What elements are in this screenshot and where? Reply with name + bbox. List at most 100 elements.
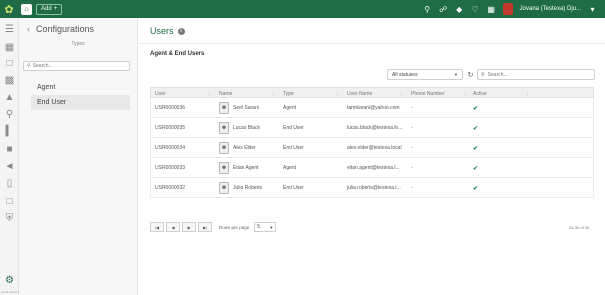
type-cell: End User [283, 185, 304, 191]
column-menu-icon[interactable]: ⋮ [335, 91, 340, 97]
headset-icon[interactable]: ☍ [439, 5, 448, 14]
avatar[interactable] [502, 3, 513, 15]
search-icon: ⚲ [27, 63, 31, 69]
column-header-label: User Name [347, 90, 373, 97]
phone-cell: - [411, 145, 413, 151]
chevron-down-icon: ▼ [269, 224, 274, 230]
username-cell: julia.roberts@testexa.l... [347, 185, 401, 191]
types-search[interactable]: ⚲ [23, 61, 130, 71]
column-header-label: Name [219, 90, 233, 97]
phone-cell: - [411, 185, 413, 191]
phone-cell: - [411, 165, 413, 171]
divider [139, 43, 605, 44]
type-cell: Agent [283, 105, 297, 111]
phone-cell: - [411, 105, 413, 111]
user-id-cell: USR0000034 [155, 145, 186, 151]
column-header-label: Phone Number [411, 90, 445, 97]
types-search-input[interactable] [32, 63, 123, 69]
chevron-down-icon: ▼ [454, 72, 458, 77]
type-cell: End User [283, 145, 304, 151]
search-icon[interactable]: ⚲ [423, 5, 432, 14]
first-page-button[interactable]: |◀ [150, 222, 164, 232]
shield-icon[interactable]: ⛨ [4, 213, 15, 224]
name-cell: Seel Sarani [233, 105, 259, 111]
column-menu-icon[interactable]: ⋮ [207, 91, 212, 97]
active-check-icon: ✔ [473, 165, 479, 172]
type-cell: End User [283, 125, 304, 131]
name-cell: Julia Roberts [233, 185, 263, 191]
active-check-icon: ✔ [473, 125, 479, 132]
table-header: User ⋮ Name ⋮ Type ⋮ User Name ⋮ Phone Numbe… [150, 87, 594, 98]
main-content: Users i Agent & End Users All statuses ▼… [139, 18, 605, 295]
page-title: Users i [150, 26, 185, 36]
pagination: |◀ ◀ ▶ ▶| Rows per page 5 ▼ [150, 222, 277, 232]
table-row[interactable]: USR0000033 ☻ Eitan Agent Agent eitan.age… [150, 158, 594, 178]
name-cell: Alex Elder [233, 145, 256, 151]
megaphone-icon[interactable]: ◄ [4, 161, 15, 172]
table-row[interactable]: USR0000036 ☻ Seel Sarani Agent tamikaran… [150, 98, 594, 118]
info-icon[interactable]: i [177, 27, 185, 35]
rows-per-page-select[interactable]: 5 ▼ [254, 222, 277, 232]
active-check-icon: ✔ [473, 185, 479, 192]
add-button-label: Add [41, 6, 52, 12]
active-check-icon: ✔ [473, 105, 479, 112]
status-filter-value: All statuses [392, 71, 418, 78]
table-search-input[interactable] [487, 71, 588, 78]
column-menu-icon[interactable]: ⋮ [399, 91, 404, 97]
configurations-panel: ‹ Configurations Types ⚲ Agent End User [19, 18, 138, 295]
comment-icon[interactable]: ■ [4, 144, 15, 155]
table-row[interactable]: USR0000035 ☻ Lucas Black End User lucas.… [150, 118, 594, 138]
column-menu-icon[interactable]: ⋮ [525, 91, 530, 97]
table-search[interactable]: ⚲ [477, 69, 595, 80]
document-icon[interactable]: □ [4, 196, 15, 207]
home-icon[interactable]: ⌂ [21, 3, 32, 15]
type-item-end-user[interactable]: End User [31, 95, 130, 110]
calculator-icon[interactable]: ▩ [4, 75, 15, 86]
status-filter-select[interactable]: All statuses ▼ [387, 69, 463, 80]
avatar: ☻ [219, 182, 229, 194]
username-cell: eitan.agent@testexa.l... [347, 165, 400, 171]
plus-icon: + [53, 6, 58, 12]
avatar: ☻ [219, 122, 229, 134]
gear-icon[interactable]: ⚙ [4, 275, 15, 286]
avatar: ☻ [219, 102, 229, 114]
table-row[interactable]: USR0000034 ☻ Alex Elder End User alex.el… [150, 138, 594, 158]
avatar: ☻ [219, 142, 229, 154]
heart-icon[interactable]: ♡ [471, 5, 480, 14]
column-menu-icon[interactable]: ⋮ [463, 91, 468, 97]
type-cell: Agent [283, 165, 297, 171]
type-item-label: Agent [37, 84, 56, 91]
user-id-cell: USR0000035 [155, 125, 186, 131]
table-row[interactable]: USR0000032 ☻ Julia Roberts End User juli… [150, 178, 594, 198]
add-button[interactable]: Add + [36, 3, 63, 15]
graduation-cap-icon[interactable]: ▲ [4, 92, 15, 103]
user-name[interactable]: Jovana (Testexa) Dju... [520, 6, 581, 12]
page-range: 26-30 of 36 [569, 225, 590, 230]
tag-icon[interactable]: ◆ [455, 5, 464, 14]
column-menu-icon[interactable]: ⋮ [271, 91, 276, 97]
phone-cell: - [411, 125, 413, 131]
username-cell: lucas.black@testexa.lo... [347, 125, 403, 131]
last-page-button[interactable]: ▶| [198, 222, 212, 232]
section-title: Agent & End Users [150, 51, 205, 57]
column-header-label: Active [473, 90, 487, 97]
grid-icon[interactable]: ▦ [4, 42, 15, 53]
rows-per-page-label: Rows per page [219, 224, 250, 230]
magnifier-icon[interactable]: ⚲ [4, 109, 15, 120]
next-page-button[interactable]: ▶ [182, 222, 196, 232]
leaf-logo[interactable]: ✿ [0, 0, 18, 18]
tree-list-icon[interactable]: ☰ [4, 24, 15, 35]
back-chevron-icon[interactable]: ‹ [27, 24, 30, 34]
chevron-down-icon[interactable]: ▾ [588, 5, 597, 14]
refresh-icon[interactable]: ↻ [466, 69, 475, 80]
column-header-label: Type [283, 90, 294, 97]
top-bar: ✿ ⌂ Add + ⚲ ☍ ◆ ♡ ▦ Jovana (Testexa) Dju… [0, 0, 605, 18]
type-item-agent[interactable]: Agent [31, 80, 130, 95]
bar-chart-icon[interactable]: ▍ [4, 126, 15, 137]
mobile-icon[interactable]: ▯ [4, 178, 15, 189]
info-box-icon[interactable]: □ [4, 58, 15, 69]
prev-page-button[interactable]: ◀ [166, 222, 180, 232]
user-id-cell: USR0000032 [155, 185, 186, 191]
name-cell: Lucas Black [233, 125, 260, 131]
calendar-icon[interactable]: ▦ [487, 5, 496, 14]
